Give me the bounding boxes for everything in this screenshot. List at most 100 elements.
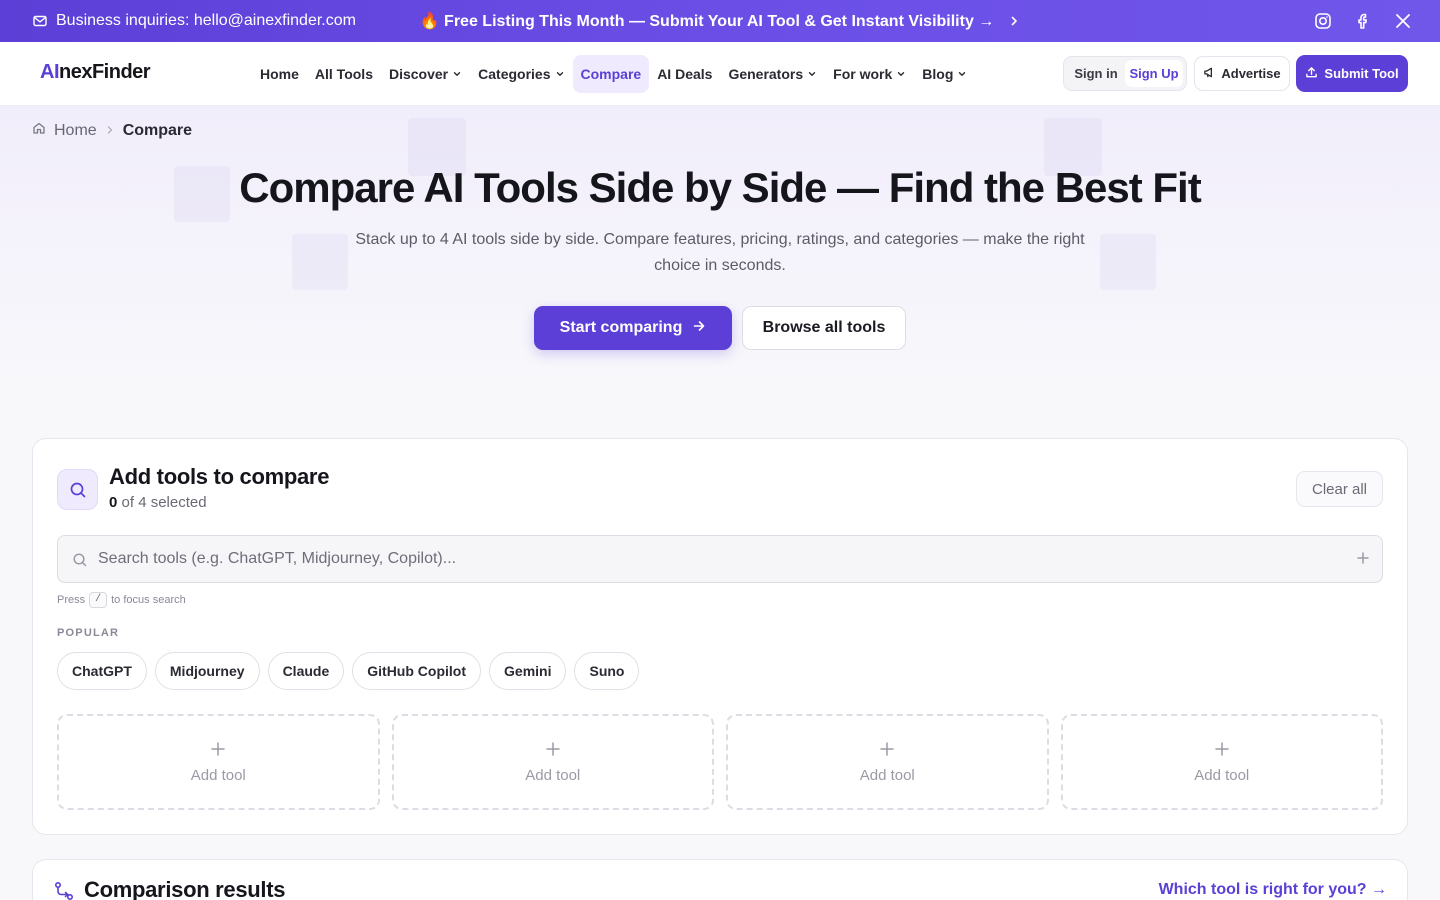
sign-up-button[interactable]: Sign Up [1125,60,1183,87]
plus-icon [879,741,895,761]
logo-ai: AI [40,61,60,83]
tool-slots: Add tool Add tool Add tool Add tool [57,714,1383,810]
selected-count: 0 of 4 selected [109,494,207,511]
popular-tools: ChatGPT Midjourney Claude GitHub Copilot Gem… [57,652,640,690]
popular-tool-chip[interactable]: Gemini [489,652,567,690]
add-tool-label: Add tool [525,766,581,784]
nav-item-generators[interactable]: Generators [720,55,825,93]
breadcrumb-separator-icon [105,122,115,140]
nav-item-categories[interactable]: Categories [470,55,572,93]
popular-tool-chip[interactable]: Claude [267,652,345,690]
popular-label: POPULAR [57,627,120,639]
main-nav: Home All Tools Discover Categories Compare AI… [252,55,975,93]
business-inquiries-text: Business inquiries: hello@ainexfinder.co… [56,12,356,29]
plus-icon [545,741,561,761]
announcement-bar: Business inquiries: hello@ainexfinder.co… [0,0,1440,42]
compare-panel: Add tools to compare 0 of 4 selected Cle… [32,438,1408,835]
megaphone-icon [1203,66,1216,82]
mail-icon [32,13,48,29]
social-links [1314,0,1412,42]
promo-link[interactable]: 🔥 Free Listing This Month — Submit Your … [420,11,995,31]
site-header: AI nexFinder Home All Tools Discover Categor… [0,42,1440,106]
auth-toggle: Sign in Sign Up [1063,56,1187,91]
selected-count-number: 0 [109,494,118,511]
breadcrumb-home[interactable]: Home [54,122,97,140]
sign-in-button[interactable]: Sign in [1067,66,1125,81]
plus-icon [210,741,226,761]
breadcrumb: Home Compare [32,121,192,140]
nav-item-label: Compare [580,66,642,82]
nav-item-label: Generators [728,66,804,82]
facebook-icon[interactable] [1354,12,1372,30]
page-title: Compare AI Tools Side by Side — Find the… [239,164,1201,211]
advertise-label: Advertise [1221,66,1281,81]
start-comparing-label: Start comparing [559,319,683,336]
chevron-down-icon [896,69,906,79]
popular-tool-chip[interactable]: GitHub Copilot [352,652,482,690]
selected-count-suffix: of 4 selected [121,494,207,511]
nav-item-for-work[interactable]: For work [825,55,914,93]
submit-tool-label: Submit Tool [1324,66,1399,81]
compare-title: Add tools to compare [109,464,330,489]
nav-item-label: Blog [922,66,954,82]
add-tool-label: Add tool [859,766,915,784]
start-comparing-button[interactable]: Start comparing [534,306,732,350]
nav-item-label: Categories [478,66,551,82]
compare-arrows-icon [53,880,75,900]
x-icon[interactable] [1394,12,1412,30]
background-tile [292,234,348,290]
shortcut-key: / [89,592,108,608]
add-tool-slot[interactable]: Add tool [726,714,1049,810]
nav-item-blog[interactable]: Blog [914,55,975,93]
instagram-icon[interactable] [1314,12,1332,30]
plus-icon[interactable] [1356,551,1370,570]
which-tool-link[interactable]: Which tool is right for you? → [1159,881,1387,899]
business-inquiries[interactable]: Business inquiries: hello@ainexfinder.co… [32,0,356,42]
comparison-results: Comparison results Which tool is right f… [32,859,1408,900]
browse-all-tools-button[interactable]: Browse all tools [742,306,906,350]
search-shortcut-hint: Press / to focus search [57,592,186,608]
add-tool-label: Add tool [190,766,246,784]
popular-tool-chip[interactable]: Midjourney [154,652,260,690]
popular-tool-chip[interactable]: ChatGPT [57,652,147,690]
submit-tool-button[interactable]: Submit Tool [1296,55,1408,92]
add-tool-slot[interactable]: Add tool [391,714,714,810]
chevron-down-icon [555,69,565,79]
nav-item-label: AI Deals [657,66,713,82]
add-tool-label: Add tool [1194,766,1250,784]
add-tool-slot[interactable]: Add tool [57,714,380,810]
nav-item-home[interactable]: Home [252,55,307,93]
chevron-down-icon [957,69,967,79]
hint-after: to focus search [111,594,186,606]
nav-item-ai-deals[interactable]: AI Deals [649,55,720,93]
clear-all-button[interactable]: Clear all [1296,471,1383,507]
chevron-right-icon[interactable] [1008,15,1020,27]
hero-section: Home Compare Compare AI Tools Side by Si… [0,106,1440,390]
tool-search [57,535,1383,583]
nav-item-label: Discover [388,66,449,82]
logo-rest: nexFinder [59,61,151,83]
add-tool-slot[interactable]: Add tool [1060,714,1383,810]
background-tile [1100,234,1156,290]
nav-item-label: All Tools [314,66,373,82]
hint-before: Press [57,594,86,606]
nav-item-all-tools[interactable]: All Tools [307,55,381,93]
nav-item-compare[interactable]: Compare [572,55,650,93]
home-icon [32,121,46,140]
breadcrumb-current: Compare [122,121,193,139]
arrow-right-icon [692,319,706,338]
site-logo[interactable]: AI nexFinder [40,61,151,84]
search-icon [57,469,98,510]
chevron-down-icon [807,69,817,79]
nav-item-label: For work [833,66,893,82]
nav-item-label: Home [260,66,299,82]
popular-tool-chip[interactable]: Suno [574,652,640,690]
advertise-button[interactable]: Advertise [1194,56,1290,91]
search-icon [72,552,88,573]
plus-icon [1214,741,1230,761]
page-subtitle: Stack up to 4 AI tools side by side. Com… [355,231,1085,274]
nav-item-discover[interactable]: Discover [381,55,470,93]
tool-search-input[interactable] [98,536,1338,582]
upload-icon [1305,66,1318,82]
results-title: Comparison results [84,877,286,900]
